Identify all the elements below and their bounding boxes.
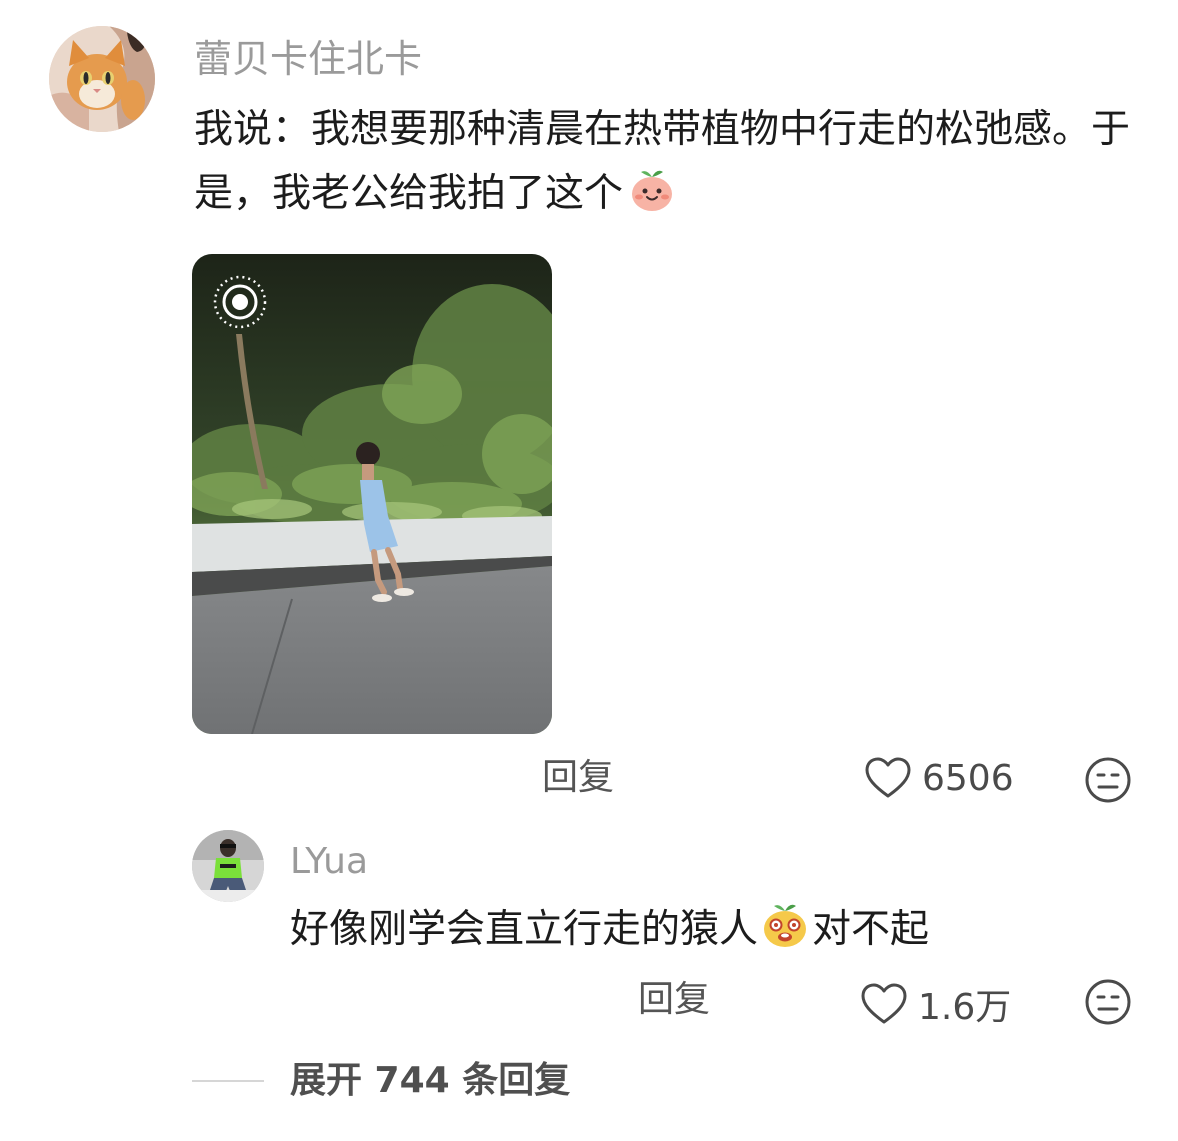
dislike-icon[interactable]	[1084, 756, 1132, 804]
heart-icon	[861, 983, 907, 1024]
reply-text: 好像刚学会直立行走的猿人 对不起	[290, 900, 1150, 960]
comment-photo[interactable]	[192, 254, 552, 734]
user-avatar[interactable]	[49, 26, 155, 132]
expand-replies-label: 展开 744 条回复	[290, 1060, 571, 1101]
yellow-laughing-emoji-icon	[760, 900, 810, 950]
comment-text: 我说：我想要那种清晨在热带植物中行走的松弛感。于是，我老公给我拍了这个	[194, 98, 1144, 226]
like-count: 6506	[922, 757, 1014, 799]
reply-user-avatar[interactable]	[192, 830, 264, 902]
comment-username[interactable]: 蕾贝卡住北卡	[194, 34, 422, 84]
heart-icon	[865, 757, 911, 798]
peach-smile-emoji-icon	[627, 164, 677, 214]
reply-reply-button[interactable]: 回复	[638, 978, 710, 1022]
reply-button[interactable]: 回复	[542, 756, 614, 800]
reply-like-button[interactable]: 1.6万	[860, 978, 1011, 1030]
live-photo-icon[interactable]	[212, 274, 268, 330]
reply-username[interactable]: LYua	[290, 838, 368, 886]
like-button[interactable]: 6506	[864, 756, 1014, 800]
reply-dislike-icon[interactable]	[1084, 978, 1132, 1026]
reply-body-before: 好像刚学会直立行走的猿人	[290, 907, 759, 952]
expand-divider	[192, 1080, 264, 1082]
comment-thread: 蕾贝卡住北卡 我说：我想要那种清晨在热带植物中行走的松弛感。于是，我老公给我拍了…	[0, 0, 1178, 1141]
reply-like-count: 1.6万	[918, 987, 1012, 1028]
expand-replies-button[interactable]: 展开 744 条回复	[192, 1058, 570, 1104]
reply-body-after: 对不起	[812, 907, 930, 952]
